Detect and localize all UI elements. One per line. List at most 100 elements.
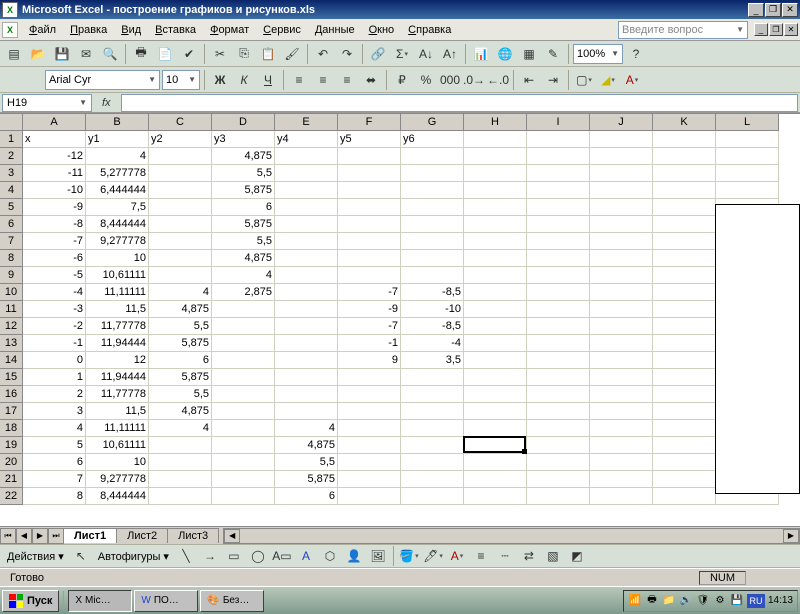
rectangle-button[interactable]: ▭ [223,545,245,567]
cell[interactable] [464,250,527,267]
cell[interactable] [338,233,401,250]
row-header-9[interactable]: 9 [0,267,23,284]
undo-button[interactable]: ↶ [312,43,334,65]
cell[interactable] [275,148,338,165]
cell[interactable]: 10,61111 [86,267,149,284]
cell[interactable] [275,250,338,267]
cell[interactable] [401,250,464,267]
prev-sheet-button[interactable]: ◀ [16,528,32,544]
cell[interactable] [653,420,716,437]
cell[interactable]: -10 [23,182,86,199]
cell[interactable] [653,131,716,148]
cell[interactable] [527,420,590,437]
scroll-left-button[interactable]: ◀ [224,529,240,543]
cell[interactable] [653,301,716,318]
cell[interactable]: 11,94444 [86,369,149,386]
map-button[interactable]: 🌐 [494,43,516,65]
cell[interactable]: 4,875 [149,403,212,420]
cell[interactable]: 6 [149,352,212,369]
menu-Сервис[interactable]: Сервис [256,22,308,38]
cell[interactable]: -1 [23,335,86,352]
cell[interactable] [212,369,275,386]
row-header-12[interactable]: 12 [0,318,23,335]
cell[interactable] [653,233,716,250]
cell[interactable] [275,301,338,318]
cell[interactable]: -12 [23,148,86,165]
cell[interactable]: 4,875 [212,250,275,267]
cell[interactable] [653,182,716,199]
taskbar-app-paint[interactable]: 🎨Без… [200,590,264,612]
row-header-2[interactable]: 2 [0,148,23,165]
cell[interactable]: 11,5 [86,403,149,420]
cell[interactable]: 5,5 [212,165,275,182]
cell[interactable] [716,165,779,182]
cell[interactable] [275,267,338,284]
cell[interactable]: 6 [212,199,275,216]
cell[interactable] [149,437,212,454]
cell[interactable] [149,250,212,267]
hyperlink-button[interactable]: 🔗 [367,43,389,65]
cell[interactable] [212,471,275,488]
spell-button[interactable]: ✔ [178,43,200,65]
tray-icon[interactable]: 🖶 [645,594,659,608]
cell[interactable]: 4 [23,420,86,437]
cell[interactable] [401,182,464,199]
cell[interactable] [338,199,401,216]
cell[interactable]: -5 [23,267,86,284]
menu-Данные[interactable]: Данные [308,22,362,38]
align-right-button[interactable]: ≡ [336,69,358,91]
col-header-L[interactable]: L [716,114,779,131]
cell[interactable] [149,148,212,165]
font-color-button[interactable]: A [621,69,643,91]
shadow-button[interactable]: ▧ [542,545,564,567]
doc-minimize-button[interactable]: _ [754,23,768,36]
tray-icon[interactable]: 🔊 [679,594,693,608]
tray-icon[interactable]: 📁 [662,594,676,608]
cell[interactable]: 2 [23,386,86,403]
cell[interactable] [464,165,527,182]
col-header-C[interactable]: C [149,114,212,131]
help-button[interactable]: ? [625,43,647,65]
cell[interactable] [464,318,527,335]
underline-button[interactable]: Ч [257,69,279,91]
cell[interactable] [275,165,338,182]
cell[interactable] [212,437,275,454]
clipart-button[interactable]: 👤 [343,545,365,567]
align-center-button[interactable]: ≡ [312,69,334,91]
cell[interactable] [590,352,653,369]
start-button[interactable]: Пуск [2,590,59,612]
cell[interactable] [527,131,590,148]
row-header-15[interactable]: 15 [0,369,23,386]
cell[interactable]: 0 [23,352,86,369]
cell[interactable] [527,267,590,284]
cell[interactable] [527,454,590,471]
percent-button[interactable]: % [415,69,437,91]
fx-icon[interactable]: fx [96,97,117,109]
cell[interactable] [590,284,653,301]
wordart-button[interactable]: A [295,545,317,567]
col-header-G[interactable]: G [401,114,464,131]
tray-icon[interactable]: ⚙ [713,594,727,608]
scroll-right-button[interactable]: ▶ [783,529,799,543]
cell[interactable] [527,335,590,352]
cell[interactable] [527,471,590,488]
cell[interactable]: -9 [23,199,86,216]
font-name-combo[interactable]: Arial Cyr▼ [45,70,160,90]
pivot-button[interactable]: ▦ [518,43,540,65]
cell[interactable] [653,216,716,233]
cell[interactable]: 5,277778 [86,165,149,182]
cell[interactable] [212,420,275,437]
cell[interactable] [653,165,716,182]
cell[interactable] [653,284,716,301]
cell[interactable]: 12 [86,352,149,369]
print-button[interactable]: 🖶 [130,43,152,65]
tray-icon[interactable]: 💾 [730,594,744,608]
row-header-20[interactable]: 20 [0,454,23,471]
spreadsheet-grid[interactable]: ABCDEFGHIJKL1xy1y2y3y4y5y62-1244,8753-11… [0,113,800,526]
cell[interactable] [401,454,464,471]
row-header-8[interactable]: 8 [0,250,23,267]
cell[interactable] [653,471,716,488]
cell[interactable] [653,488,716,505]
cell[interactable] [527,182,590,199]
cell[interactable] [212,386,275,403]
